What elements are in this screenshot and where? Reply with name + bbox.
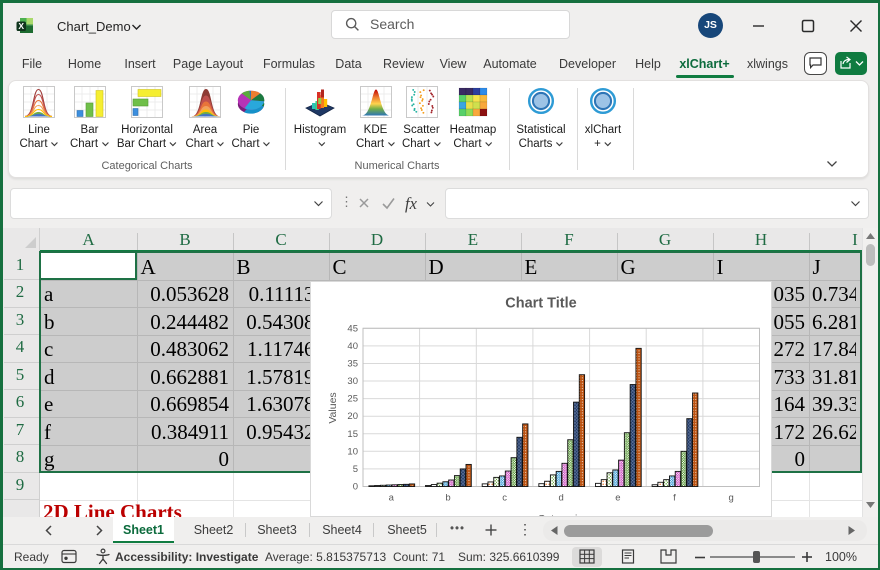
svg-text:5: 5 bbox=[353, 464, 358, 475]
svg-text:Values: Values bbox=[327, 392, 339, 423]
svg-text:Chart Title: Chart Title bbox=[505, 296, 576, 312]
svg-text:b: b bbox=[445, 493, 450, 504]
svg-text:c: c bbox=[502, 493, 507, 504]
svg-text:15: 15 bbox=[347, 429, 358, 440]
svg-text:f: f bbox=[673, 493, 676, 504]
svg-text:40: 40 bbox=[347, 341, 358, 352]
svg-text:30: 30 bbox=[347, 376, 358, 387]
svg-text:35: 35 bbox=[347, 359, 358, 370]
svg-text:20: 20 bbox=[347, 411, 358, 422]
svg-text:Categories: Categories bbox=[538, 513, 589, 516]
svg-text:0: 0 bbox=[353, 482, 358, 493]
svg-text:25: 25 bbox=[347, 394, 358, 405]
svg-text:e: e bbox=[615, 493, 620, 504]
svg-text:d: d bbox=[559, 493, 564, 504]
svg-text:g: g bbox=[729, 493, 734, 504]
svg-text:a: a bbox=[389, 493, 395, 504]
svg-text:X: X bbox=[18, 21, 24, 31]
svg-text:45: 45 bbox=[347, 323, 358, 334]
svg-text:10: 10 bbox=[347, 446, 358, 457]
